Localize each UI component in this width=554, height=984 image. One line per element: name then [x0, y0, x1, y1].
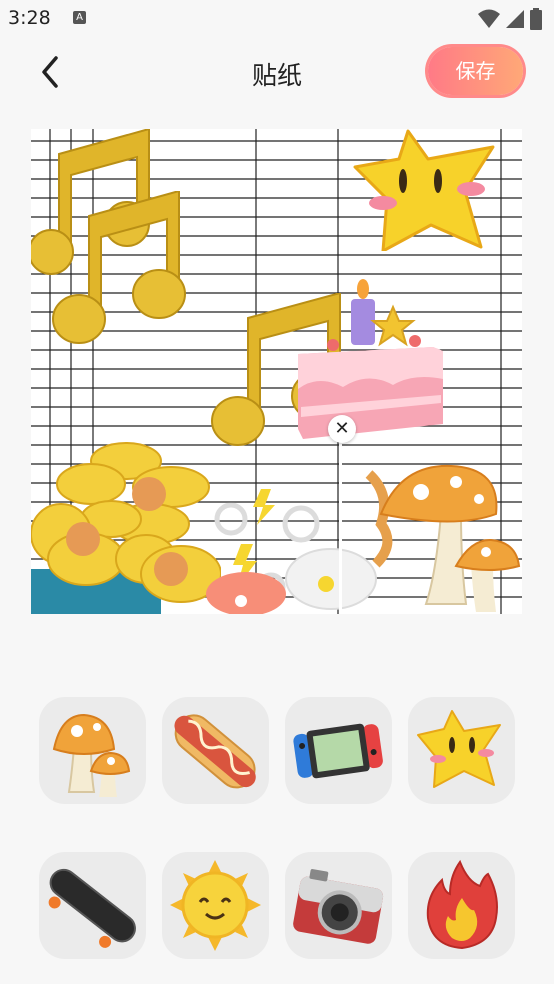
header: 贴纸 保存: [0, 40, 554, 104]
sticker-option-sun[interactable]: [162, 852, 269, 959]
selection-guide: [339, 429, 342, 614]
sticker-canvas[interactable]: [31, 129, 522, 614]
battery-icon: [530, 8, 542, 30]
sticker-option-camera[interactable]: [285, 852, 392, 959]
sticker-option-flame[interactable]: [408, 852, 515, 959]
status-icons: [478, 8, 542, 30]
star-icon[interactable]: [353, 129, 498, 251]
cake-icon[interactable]: [293, 279, 448, 439]
mushroom-icon: [52, 713, 131, 797]
signal-icon: [506, 10, 524, 28]
save-button[interactable]: 保存: [428, 47, 523, 95]
music-note-icon[interactable]: [49, 191, 189, 351]
sticker-option-star[interactable]: [408, 697, 515, 804]
status-bar: 3:28 A: [0, 0, 554, 36]
sticker-option-skateboard[interactable]: [39, 852, 146, 959]
sticker-option-hotdog[interactable]: [162, 697, 269, 804]
sparkle-flowers-icon[interactable]: [191, 489, 381, 614]
flame-icon: [426, 859, 498, 950]
camera-icon: [293, 869, 384, 944]
notification-icon: A: [73, 11, 86, 24]
sticker-option-mushroom[interactable]: [39, 697, 146, 804]
status-time: 3:28: [8, 7, 51, 29]
delete-sticker-button[interactable]: ✕: [328, 415, 356, 443]
wifi-icon: [478, 9, 500, 28]
hotdog-icon: [174, 714, 256, 789]
mushroom-icon[interactable]: [361, 454, 522, 614]
game-console-icon: [293, 723, 383, 779]
sticker-option-game-console[interactable]: [285, 697, 392, 804]
skateboard-icon: [48, 868, 136, 948]
star-icon: [417, 710, 501, 788]
sun-icon: [170, 860, 261, 951]
